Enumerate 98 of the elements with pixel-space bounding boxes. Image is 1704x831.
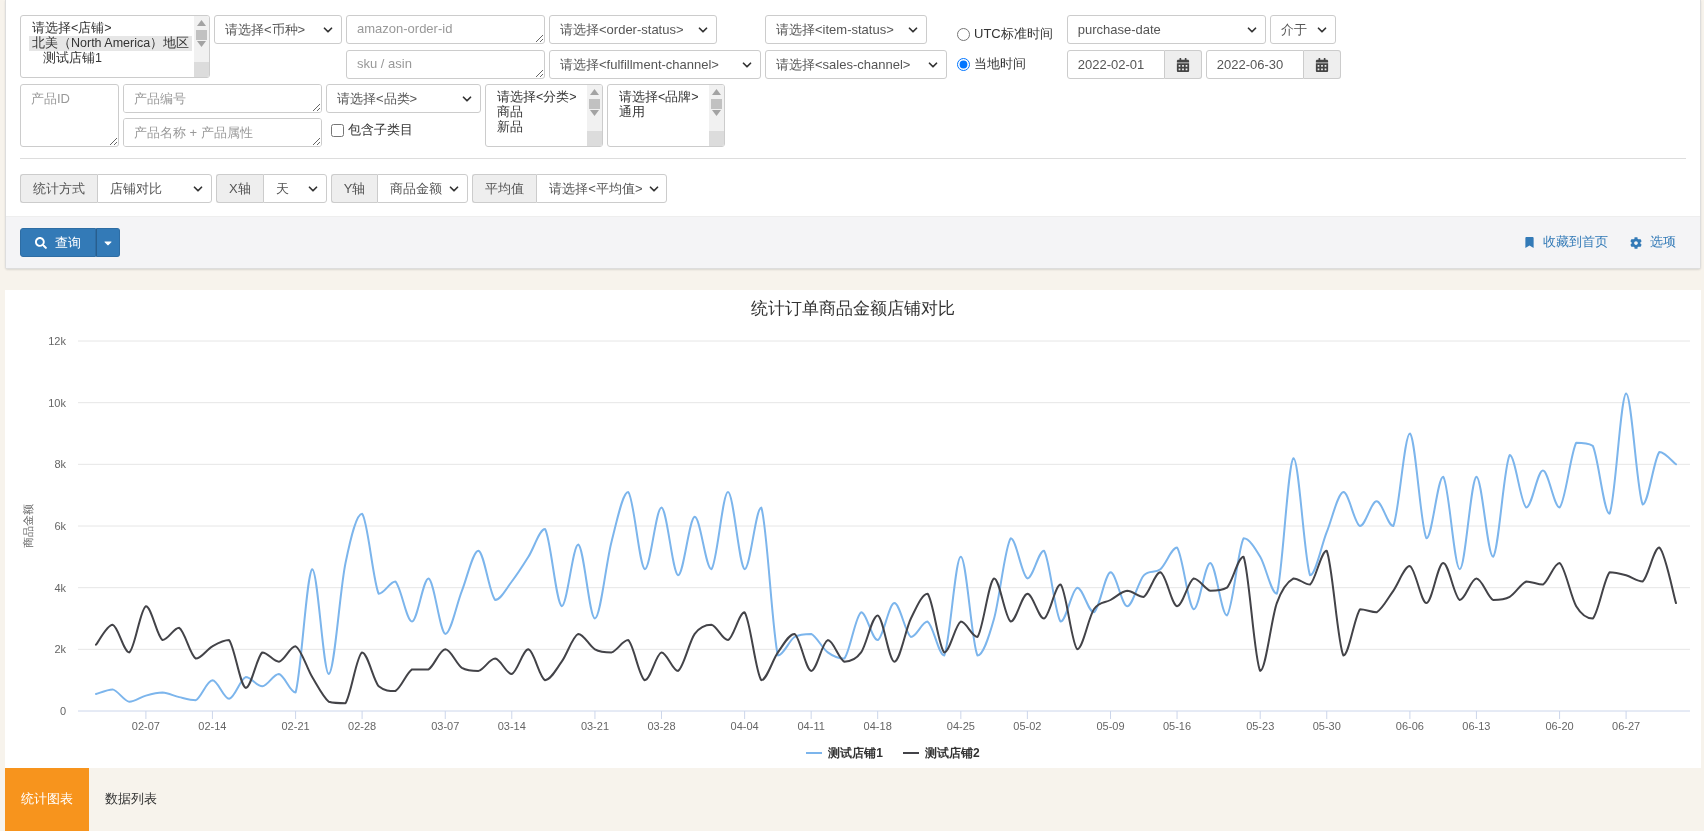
- x-tick-label: 05-02: [1013, 720, 1042, 732]
- legend-item[interactable]: 测试店铺2: [903, 744, 980, 762]
- resize-grip[interactable]: [194, 62, 209, 77]
- scroll-up-icon[interactable]: [712, 89, 721, 95]
- list-option[interactable]: 北美（North America）地区: [29, 36, 193, 51]
- x-tick-label: 05-23: [1246, 720, 1275, 732]
- radio-button[interactable]: [957, 57, 970, 71]
- date-field[interactable]: 2022-06-30: [1205, 50, 1304, 79]
- x-tick-label: 02-14: [198, 720, 227, 732]
- scrollbar[interactable]: [709, 85, 724, 146]
- calendar-icon: [1175, 57, 1190, 72]
- product-id-field[interactable]: 产品ID: [20, 84, 119, 147]
- query-button[interactable]: 查询: [20, 228, 96, 257]
- option-select[interactable]: 商品金额: [377, 174, 469, 203]
- checkbox-label: 包含子类目: [348, 121, 413, 139]
- option-select[interactable]: 店铺对比: [97, 174, 212, 203]
- x-tick-label: 02-07: [131, 720, 160, 732]
- scrollbar-thumb[interactable]: [711, 99, 722, 109]
- list-option[interactable]: 新品: [494, 120, 526, 135]
- x-tick-label: 02-28: [348, 720, 377, 732]
- y-tick-label: 12k: [48, 335, 66, 347]
- x-tick-label: 04-18: [863, 720, 892, 732]
- calendar-button[interactable]: [1303, 50, 1341, 79]
- calendar-icon: [1314, 57, 1329, 72]
- search-icon: [35, 236, 47, 249]
- tab[interactable]: 数据列表: [89, 768, 173, 831]
- x-tick-label: 05-30: [1312, 720, 1341, 732]
- y-tick-label: 10k: [48, 396, 66, 409]
- classification-listbox[interactable]: 请选择<分类> 商品 新品: [485, 84, 603, 147]
- bookmark-icon: [1524, 237, 1535, 248]
- x-tick-label: 03-28: [647, 720, 676, 732]
- x-tick-label: 03-07: [431, 720, 460, 732]
- x-tick-label: 06-20: [1545, 720, 1574, 732]
- action-link[interactable]: 收藏到首页: [1524, 234, 1608, 251]
- sku-field[interactable]: sku / asin: [346, 50, 545, 79]
- legend-swatch: [806, 752, 823, 755]
- dropdown-toggle-button[interactable]: [96, 228, 120, 257]
- scroll-up-icon[interactable]: [590, 89, 599, 95]
- option-select[interactable]: 天: [262, 174, 327, 203]
- sales-channel-select[interactable]: 请选择<sales-channel>: [765, 50, 947, 79]
- x-tick-label: 04-04: [730, 720, 759, 732]
- scrollbar[interactable]: [587, 85, 602, 146]
- list-option[interactable]: 请选择<店铺>: [29, 21, 115, 36]
- resize-grip[interactable]: [587, 131, 602, 146]
- calendar-button[interactable]: [1164, 50, 1202, 79]
- x-tick-label: 06-06: [1395, 720, 1424, 732]
- product-name-field[interactable]: 产品名称 + 产品属性: [123, 118, 322, 147]
- x-tick-label: 03-21: [580, 720, 609, 732]
- resize-grip[interactable]: [709, 131, 724, 146]
- radio-button[interactable]: [957, 27, 970, 41]
- x-tick-label: 06-13: [1462, 720, 1491, 732]
- checkbox[interactable]: [331, 123, 344, 137]
- option-label: 统计方式: [20, 174, 97, 203]
- x-tick-label: 06-27: [1612, 720, 1641, 732]
- brand-listbox[interactable]: 请选择<品牌> 通用: [607, 84, 725, 147]
- chart-title: 统计订单商品金额店铺对比: [751, 298, 955, 320]
- product-code-field[interactable]: 产品编号: [123, 84, 322, 113]
- order-status-select[interactable]: 请选择<order-status>: [549, 15, 717, 44]
- y-axis-title: 商品金额: [22, 504, 34, 548]
- date-field-select[interactable]: purchase-date: [1066, 15, 1266, 44]
- store-listbox[interactable]: 请选择<店铺> 北美（North America）地区 测试店铺1: [20, 15, 210, 78]
- scrollbar-thumb[interactable]: [196, 30, 207, 40]
- scrollbar-thumb[interactable]: [589, 99, 600, 109]
- currency-select[interactable]: 请选择<币种>: [214, 15, 342, 44]
- date-operator-select[interactable]: 介于: [1269, 15, 1336, 44]
- date-field[interactable]: 2022-02-01: [1066, 50, 1165, 79]
- x-tick-label: 04-11: [797, 720, 825, 732]
- legend-item[interactable]: 测试店铺1: [806, 744, 883, 762]
- list-option[interactable]: 请选择<品牌>: [616, 90, 702, 105]
- option-label: 平均值: [472, 174, 537, 203]
- x-tick-label: 04-25: [946, 720, 975, 732]
- y-tick-label: 6k: [54, 520, 66, 532]
- legend-swatch: [903, 752, 919, 755]
- radio-label: 当地时间: [974, 55, 1026, 73]
- scrollbar[interactable]: [194, 16, 209, 77]
- x-tick-label: 03-14: [497, 720, 526, 732]
- settings-icon: [1630, 236, 1642, 249]
- radio-label: UTC标准时间: [974, 25, 1053, 43]
- order-id-field[interactable]: amazon-order-id: [346, 15, 545, 44]
- fulfillment-channel-select[interactable]: 请选择<fulfillment-channel>: [549, 50, 761, 79]
- item-status-select[interactable]: 请选择<item-status>: [765, 15, 927, 44]
- y-tick-label: 2k: [54, 643, 66, 656]
- list-option[interactable]: 通用: [616, 105, 648, 120]
- action-link[interactable]: 选项: [1630, 234, 1676, 251]
- x-tick-label: 05-16: [1163, 720, 1192, 732]
- option-label: Y轴: [330, 174, 378, 203]
- option-select[interactable]: 请选择<平均值>: [536, 174, 668, 203]
- y-tick-label: 4k: [54, 581, 66, 594]
- y-tick-label: 0: [59, 705, 66, 717]
- x-tick-label: 05-09: [1096, 720, 1125, 732]
- option-label: X轴: [216, 174, 263, 203]
- list-option[interactable]: 商品: [494, 105, 526, 120]
- list-option[interactable]: 请选择<分类>: [494, 90, 580, 105]
- x-tick-label: 02-21: [281, 720, 310, 732]
- category-select[interactable]: 请选择<品类>: [326, 84, 481, 113]
- scroll-up-icon[interactable]: [197, 20, 206, 26]
- list-option[interactable]: 测试店铺1: [29, 51, 105, 66]
- y-tick-label: 8k: [54, 458, 66, 471]
